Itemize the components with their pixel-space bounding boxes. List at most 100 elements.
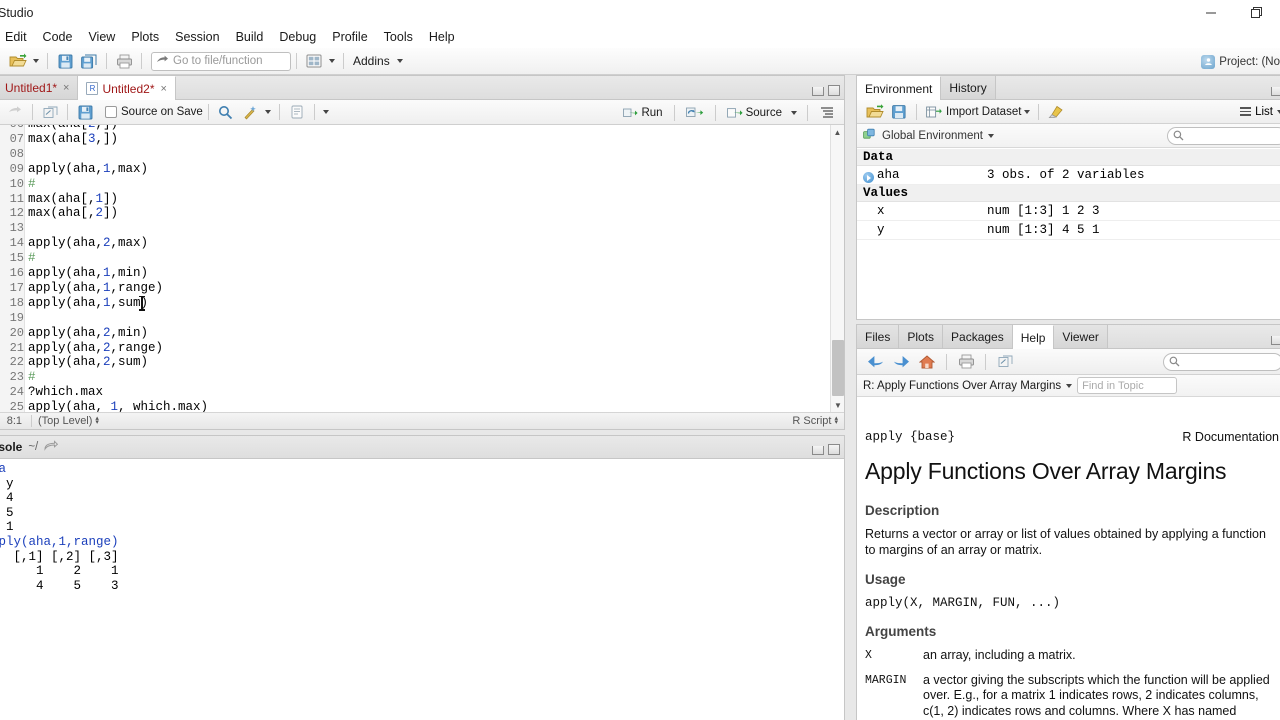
code-line[interactable]: 09 apply(aha,1,max) [0, 162, 830, 177]
code-lines[interactable]: 06 max(aha[2,]) 07 max(aha[3,]) 0809 apply(ah… [0, 125, 830, 412]
print-icon[interactable] [954, 351, 978, 373]
minimize-pane-icon[interactable] [812, 446, 824, 455]
more-options-dropdown-icon[interactable] [320, 101, 332, 123]
code-line[interactable]: 22 apply(aha,2,sum) [0, 355, 830, 370]
menu-tools[interactable]: Tools [376, 28, 421, 46]
tab-history[interactable]: History [941, 76, 996, 99]
pane-layout-icon[interactable] [302, 50, 326, 72]
view-mode-label[interactable]: List [1255, 106, 1273, 118]
code-line[interactable]: 06 max(aha[2,]) [0, 125, 830, 132]
save-workspace-icon[interactable] [887, 101, 911, 123]
code-tools-icon[interactable] [238, 101, 262, 123]
menu-session[interactable]: Session [167, 28, 227, 46]
environment-search-input[interactable] [1167, 126, 1280, 145]
menu-build[interactable]: Build [228, 28, 272, 46]
maximize-pane-icon[interactable] [828, 85, 840, 96]
find-in-topic-input[interactable]: Find in Topic [1077, 377, 1178, 394]
pane-layout-dropdown-icon[interactable] [326, 50, 338, 72]
addins-dropdown-icon[interactable] [394, 50, 406, 72]
tab-environment[interactable]: Environment [857, 76, 942, 100]
goto-file-function-input[interactable]: Go to file/function [151, 51, 291, 71]
save-file-icon[interactable] [73, 101, 97, 123]
code-line[interactable]: 19 [0, 311, 830, 326]
console-output[interactable]: ha y 4 5 1pply(aha,1,range) [,1] [,2] [,… [0, 460, 844, 720]
import-dataset-label[interactable]: Import Dataset [946, 106, 1021, 118]
load-workspace-icon[interactable] [863, 101, 887, 123]
scroll-down-icon[interactable]: ▼ [831, 398, 844, 412]
rerun-button[interactable] [682, 102, 708, 123]
scroll-up-icon[interactable]: ▲ [831, 125, 844, 139]
code-editor[interactable]: 06 max(aha[2,]) 07 max(aha[3,]) 0809 apply(ah… [0, 125, 844, 412]
code-line[interactable]: 21 apply(aha,2,range) [0, 341, 830, 356]
environment-scope-dropdown-icon[interactable] [988, 133, 994, 138]
code-line[interactable]: 25 apply(aha, 1, which.max) [0, 400, 830, 412]
help-search-input[interactable] [1163, 352, 1280, 371]
menu-debug[interactable]: Debug [271, 28, 324, 46]
help-topic-label[interactable]: R: Apply Functions Over Array Margins [863, 380, 1061, 392]
code-line[interactable]: 11 max(aha[,1]) [0, 192, 830, 207]
environment-variable-list[interactable]: Data aha 3 obs. of 2 variables Values x num [… [857, 149, 1280, 319]
home-icon[interactable] [915, 351, 939, 373]
code-line[interactable]: 12 max(aha[,2]) [0, 206, 830, 221]
menu-help[interactable]: Help [421, 28, 463, 46]
code-line[interactable]: 24 ?which.max [0, 385, 830, 400]
open-in-window-icon[interactable] [38, 101, 62, 123]
project-indicator[interactable]: Project: (No [1201, 48, 1280, 75]
code-line[interactable]: 13 [0, 221, 830, 236]
code-line[interactable]: 23 # [0, 370, 830, 385]
code-line[interactable]: 20 apply(aha,2,min) [0, 326, 830, 341]
close-icon[interactable]: × [63, 82, 69, 94]
tab-help[interactable]: Help [1012, 325, 1055, 349]
source-tab-untitled1[interactable]: Untitled1* × [0, 76, 79, 99]
menu-profile[interactable]: Profile [324, 28, 375, 46]
new-file-dropdown-icon[interactable] [30, 50, 42, 72]
global-environment-label[interactable]: Global Environment [882, 130, 983, 142]
filetype-selector[interactable]: R Script ▴ ▾ [792, 415, 838, 427]
document-outline-icon[interactable] [815, 102, 839, 124]
code-line[interactable]: 14 apply(aha,2,max) [0, 236, 830, 251]
code-tools-dropdown-icon[interactable] [262, 101, 274, 123]
environment-row[interactable]: y num [1:3] 4 5 1 [857, 221, 1280, 240]
menu-code[interactable]: Code [35, 28, 81, 46]
scrollbar-thumb[interactable] [832, 340, 844, 396]
scope-selector[interactable]: (Top Level) ▴ ▾ [38, 415, 99, 427]
code-line[interactable]: 07 max(aha[3,]) [0, 132, 830, 147]
tab-viewer[interactable]: Viewer [1054, 325, 1108, 348]
environment-row[interactable]: aha 3 obs. of 2 variables [857, 166, 1280, 185]
source-tab-untitled2[interactable]: R Untitled2* × [78, 76, 176, 100]
minimize-pane-icon[interactable] [812, 87, 824, 96]
back-arrow-icon[interactable] [3, 101, 27, 123]
menu-edit[interactable]: Edit [0, 28, 35, 46]
forward-icon[interactable] [889, 351, 913, 373]
code-line[interactable]: 08 [0, 147, 830, 162]
find-replace-icon[interactable] [214, 101, 238, 123]
help-document[interactable]: apply {base} R Documentation Apply Funct… [857, 422, 1280, 720]
source-dropdown-icon[interactable] [788, 102, 800, 124]
environment-row[interactable]: x num [1:3] 1 2 3 [857, 202, 1280, 221]
code-line[interactable]: 10 # [0, 177, 830, 192]
code-line[interactable]: 17 apply(aha,1,range) [0, 281, 830, 296]
code-line[interactable]: 16 apply(aha,1,min) [0, 266, 830, 281]
help-topic-dropdown-icon[interactable] [1066, 383, 1073, 388]
minimize-pane-icon[interactable] [1271, 87, 1280, 96]
tab-plots[interactable]: Plots [899, 325, 944, 348]
save-icon[interactable] [53, 50, 77, 72]
code-line[interactable]: 18 apply(aha,1,sum) [0, 296, 830, 311]
maximize-pane-icon[interactable] [828, 444, 840, 455]
tab-packages[interactable]: Packages [943, 325, 1013, 348]
expand-icon[interactable] [863, 172, 874, 183]
print-icon[interactable] [112, 50, 136, 72]
close-icon[interactable]: × [161, 83, 167, 95]
back-icon[interactable] [863, 351, 887, 373]
tab-files[interactable]: Files [857, 325, 900, 348]
menu-view[interactable]: View [80, 28, 123, 46]
list-view-icon[interactable] [1240, 107, 1252, 116]
editor-vertical-scrollbar[interactable]: ▲ ▼ [830, 125, 844, 412]
restore-icon[interactable] [1234, 0, 1280, 26]
code-line[interactable]: 15 # [0, 251, 830, 266]
show-in-new-window-icon[interactable] [993, 351, 1017, 373]
addins-button[interactable]: Addins [349, 54, 394, 68]
new-file-icon[interactable] [6, 50, 30, 72]
import-dataset-icon[interactable] [922, 101, 946, 123]
menu-plots[interactable]: Plots [123, 28, 167, 46]
